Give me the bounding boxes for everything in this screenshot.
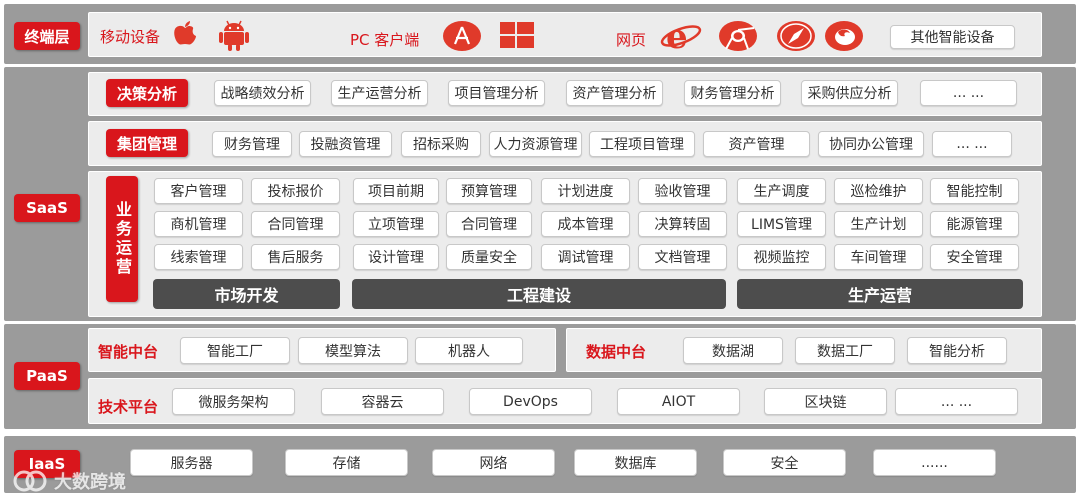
watermark-text: 大数跨境 xyxy=(54,472,126,493)
decision-item: 战略绩效分析 xyxy=(214,80,311,106)
smart-mid-item: 智能工厂 xyxy=(180,337,290,364)
windows-icon xyxy=(500,22,534,48)
data-mid-item: 数据工厂 xyxy=(795,337,895,364)
iaas-item: 安全 xyxy=(723,449,846,476)
tech-item: 区块链 xyxy=(764,388,887,415)
tech-item: DevOps xyxy=(469,388,592,415)
tech-item: AIOT xyxy=(617,388,740,415)
group-management-tag: 集团管理 xyxy=(106,129,188,157)
decision-item: 采购供应分析 xyxy=(801,80,898,106)
android-icon xyxy=(219,20,249,51)
ops-cell: LIMS管理 xyxy=(737,211,826,237)
watermark: 大数跨境 xyxy=(10,468,126,494)
ops-cell: 计划进度 xyxy=(541,178,630,204)
smart-middle-platform-title: 智能中台 xyxy=(98,343,159,361)
decision-item: ... ... xyxy=(920,80,1017,106)
ops-cell: 线索管理 xyxy=(154,244,243,270)
ops-cell: 文档管理 xyxy=(638,244,727,270)
data-mid-item: 数据湖 xyxy=(683,337,783,364)
ops-cell: 车间管理 xyxy=(834,244,923,270)
ops-cell: 预算管理 xyxy=(446,178,532,204)
decision-analysis-tag: 决策分析 xyxy=(106,79,188,107)
internet-explorer-icon: e xyxy=(660,18,702,52)
ops-cell: 商机管理 xyxy=(154,211,243,237)
ops-cell: 合同管理 xyxy=(446,211,532,237)
ops-cell: 验收管理 xyxy=(638,178,727,204)
ops-cell: 合同管理 xyxy=(251,211,340,237)
group-item: 协同办公管理 xyxy=(818,131,924,157)
group-item: 工程项目管理 xyxy=(589,131,695,157)
section-engineering-construction: 工程建设 xyxy=(352,279,726,309)
ops-cell: 成本管理 xyxy=(541,211,630,237)
decision-item: 生产运营分析 xyxy=(331,80,428,106)
mobile-label: 移动设备 xyxy=(100,28,161,46)
smart-mid-item: 模型算法 xyxy=(298,337,408,364)
ops-cell: 巡检维护 xyxy=(834,178,923,204)
data-mid-item: 智能分析 xyxy=(907,337,1007,364)
group-item: ... ... xyxy=(932,131,1012,157)
other-smart-devices: 其他智能设备 xyxy=(890,25,1015,49)
smart-mid-item: 机器人 xyxy=(415,337,523,364)
tech-platform-title: 技术平台 xyxy=(98,398,159,416)
ops-cell: 视频监控 xyxy=(737,244,826,270)
business-operations-tag: 业务运营 xyxy=(106,176,138,302)
ops-cell: 安全管理 xyxy=(930,244,1019,270)
decision-item: 资产管理分析 xyxy=(566,80,663,106)
ops-cell: 立项管理 xyxy=(353,211,439,237)
terminal-layer-tag: 终端层 xyxy=(14,22,80,50)
firefox-icon xyxy=(825,21,863,51)
ops-cell: 调试管理 xyxy=(541,244,630,270)
business-operations-tag-text: 业务运营 xyxy=(113,201,132,277)
ops-cell: 投标报价 xyxy=(251,178,340,204)
app-store-icon xyxy=(443,21,481,51)
tech-item: ... ... xyxy=(895,388,1018,415)
safari-icon xyxy=(777,21,815,51)
apple-icon xyxy=(174,21,196,45)
chrome-icon xyxy=(719,21,757,51)
tech-item: 微服务架构 xyxy=(172,388,295,415)
ops-cell: 能源管理 xyxy=(930,211,1019,237)
iaas-item: 网络 xyxy=(432,449,555,476)
ops-cell: 项目前期 xyxy=(353,178,439,204)
ops-cell: 售后服务 xyxy=(251,244,340,270)
group-item: 人力资源管理 xyxy=(489,131,582,157)
ops-cell: 质量安全 xyxy=(446,244,532,270)
saas-layer-tag: SaaS xyxy=(14,194,80,222)
web-label: 网页 xyxy=(616,31,647,49)
ops-cell: 决算转固 xyxy=(638,211,727,237)
paas-layer-tag: PaaS xyxy=(14,362,80,390)
section-production-operations: 生产运营 xyxy=(737,279,1023,309)
iaas-item: ...... xyxy=(873,449,996,476)
section-market-development: 市场开发 xyxy=(153,279,340,309)
tech-item: 容器云 xyxy=(321,388,444,415)
iaas-item: 服务器 xyxy=(130,449,253,476)
pc-client-label: PC 客户端 xyxy=(350,31,420,49)
group-item: 招标采购 xyxy=(401,131,481,157)
ops-cell: 生产调度 xyxy=(737,178,826,204)
ops-cell: 设计管理 xyxy=(353,244,439,270)
group-item: 资产管理 xyxy=(703,131,810,157)
ops-cell: 客户管理 xyxy=(154,178,243,204)
ops-cell: 生产计划 xyxy=(834,211,923,237)
iaas-item: 数据库 xyxy=(574,449,697,476)
group-item: 投融资管理 xyxy=(299,131,392,157)
group-item: 财务管理 xyxy=(212,131,292,157)
decision-item: 项目管理分析 xyxy=(448,80,545,106)
ops-cell: 智能控制 xyxy=(930,178,1019,204)
iaas-item: 存储 xyxy=(285,449,408,476)
data-middle-platform-title: 数据中台 xyxy=(586,343,647,361)
watermark-logo-icon xyxy=(13,470,47,492)
decision-item: 财务管理分析 xyxy=(684,80,781,106)
